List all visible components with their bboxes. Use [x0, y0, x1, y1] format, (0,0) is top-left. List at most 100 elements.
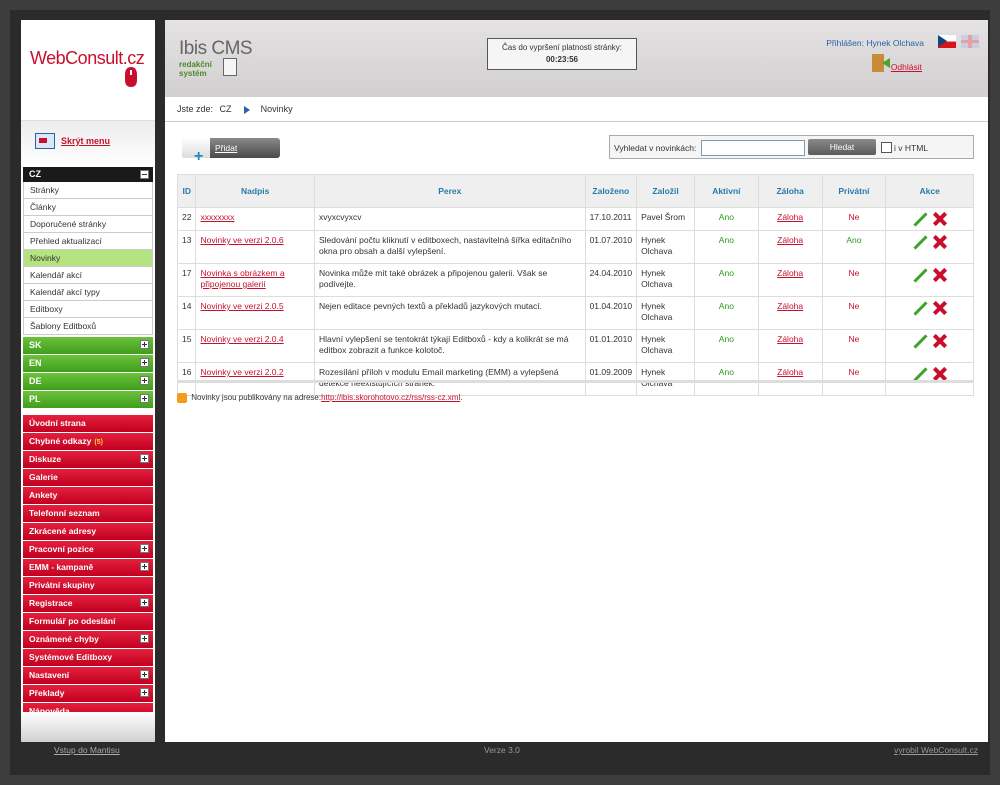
cell-active[interactable]: Ano — [719, 367, 734, 377]
expand-icon[interactable] — [140, 376, 149, 385]
expand-icon[interactable] — [140, 454, 149, 463]
sidebar-item-cz-6[interactable]: Kalendář akcí typy — [23, 284, 153, 301]
add-button[interactable]: + Přidat — [182, 138, 280, 165]
sidebar-item-cz-2[interactable]: Doporučené stránky — [23, 216, 153, 233]
html-checkbox[interactable] — [881, 142, 892, 153]
column-header[interactable]: ID — [176, 174, 197, 208]
sidebar-module-15[interactable]: Překlady — [23, 685, 153, 702]
sidebar-module-13[interactable]: Systémové Editboxy — [23, 649, 153, 666]
sidebar-module-14[interactable]: Nastavení — [23, 667, 153, 684]
expand-icon[interactable] — [140, 634, 149, 643]
column-header[interactable]: Založeno — [584, 174, 638, 208]
delete-x-icon[interactable] — [933, 301, 947, 315]
backup-link[interactable]: Záloha — [777, 212, 803, 222]
title-link[interactable]: Novinka s obrázkem a připojenou galerií — [200, 268, 284, 289]
cell-active[interactable]: Ano — [719, 235, 734, 245]
backup-link[interactable]: Záloha — [777, 235, 803, 245]
delete-x-icon[interactable] — [933, 268, 947, 282]
sidebar-module-7[interactable]: Pracovní pozice — [23, 541, 153, 558]
expand-icon[interactable] — [140, 340, 149, 349]
hide-menu-link[interactable]: Skrýt menu — [61, 136, 110, 146]
expand-icon[interactable] — [140, 670, 149, 679]
sidebar-module-1[interactable]: Chybné odkazy (5) — [23, 433, 153, 450]
sidebar-section-pl[interactable]: PL — [23, 391, 153, 408]
sidebar-module-12[interactable]: Oznámené chyby — [23, 631, 153, 648]
delete-x-icon[interactable] — [933, 212, 947, 226]
cell-private[interactable]: Ne — [849, 334, 860, 344]
edit-pencil-icon[interactable] — [913, 301, 927, 315]
expand-icon[interactable] — [140, 598, 149, 607]
title-link[interactable]: Novinky ve verzi 2.0.2 — [200, 367, 283, 377]
mantis-link[interactable]: Vstup do Mantisu — [54, 745, 120, 755]
delete-x-icon[interactable] — [933, 334, 947, 348]
uk-flag-icon[interactable] — [961, 35, 979, 48]
sidebar-item-cz-1[interactable]: Články — [23, 199, 153, 216]
sidebar-item-cz-8[interactable]: Šablony Editboxů — [23, 318, 153, 335]
sidebar-module-6[interactable]: Zkrácené adresy — [23, 523, 153, 540]
sidebar-module-3[interactable]: Galerie — [23, 469, 153, 486]
delete-x-icon[interactable] — [933, 235, 947, 249]
sidebar-item-cz-0[interactable]: Stránky — [23, 182, 153, 199]
hide-menu-icon[interactable] — [35, 133, 55, 149]
sidebar-module-0[interactable]: Úvodní strana — [23, 415, 153, 432]
sidebar-module-8[interactable]: EMM - kampaně — [23, 559, 153, 576]
title-link[interactable]: Novinky ve verzi 2.0.5 — [200, 301, 283, 311]
sidebar-item-cz-3[interactable]: Přehled aktualizací — [23, 233, 153, 250]
column-header[interactable]: Akce — [885, 174, 974, 208]
column-header[interactable]: Privátní — [821, 174, 887, 208]
expand-icon[interactable] — [140, 562, 149, 571]
breadcrumb-item-cz[interactable]: CZ — [220, 104, 232, 114]
czech-flag-icon[interactable] — [938, 35, 956, 48]
sidebar-module-5[interactable]: Telefonní seznam — [23, 505, 153, 522]
column-header[interactable]: Nadpis — [195, 174, 315, 208]
backup-link[interactable]: Záloha — [777, 268, 803, 278]
cell-private[interactable]: Ne — [849, 367, 860, 377]
cell-private[interactable]: Ne — [849, 301, 860, 311]
sidebar-module-2[interactable]: Diskuze — [23, 451, 153, 468]
edit-pencil-icon[interactable] — [913, 235, 927, 249]
cell-active[interactable]: Ano — [719, 334, 734, 344]
sidebar-item-cz-5[interactable]: Kalendář akcí — [23, 267, 153, 284]
column-header[interactable]: Záloha — [757, 174, 823, 208]
cell-private[interactable]: Ano — [846, 235, 861, 245]
edit-pencil-icon[interactable] — [913, 268, 927, 282]
title-link[interactable]: Novinky ve verzi 2.0.6 — [200, 235, 283, 245]
sidebar-module-9[interactable]: Privátní skupiny — [23, 577, 153, 594]
sidebar-section-en[interactable]: EN — [23, 355, 153, 372]
edit-pencil-icon[interactable] — [913, 334, 927, 348]
search-input[interactable] — [701, 140, 805, 156]
expand-icon[interactable] — [140, 544, 149, 553]
rss-link[interactable]: http://ibis.skorohotovo.cz/rss/rss-cz.xm… — [321, 393, 460, 402]
title-link[interactable]: Novinky ve verzi 2.0.4 — [200, 334, 283, 344]
column-header[interactable]: Založil — [636, 174, 695, 208]
title-link[interactable]: xxxxxxxx — [200, 212, 234, 222]
cell-active[interactable]: Ano — [719, 301, 734, 311]
sidebar-module-11[interactable]: Formulář po odeslání — [23, 613, 153, 630]
sidebar-section-de[interactable]: DE — [23, 373, 153, 390]
cell-active[interactable]: Ano — [719, 212, 734, 222]
logout-link[interactable]: Odhlásit — [891, 62, 922, 72]
backup-link[interactable]: Záloha — [777, 334, 803, 344]
sidebar-module-4[interactable]: Ankety — [23, 487, 153, 504]
sidebar-module-10[interactable]: Registrace — [23, 595, 153, 612]
edit-pencil-icon[interactable] — [913, 367, 927, 381]
sidebar-item-cz-7[interactable]: Editboxy — [23, 301, 153, 318]
search-button[interactable]: Hledat — [808, 139, 876, 155]
expand-icon[interactable] — [140, 688, 149, 697]
sidebar-item-cz-4[interactable]: Novinky — [23, 250, 153, 267]
collapse-icon[interactable] — [140, 170, 149, 179]
backup-link[interactable]: Záloha — [777, 301, 803, 311]
delete-x-icon[interactable] — [933, 367, 947, 381]
made-by-link[interactable]: vyrobil WebConsult.cz — [894, 745, 978, 755]
cell-private[interactable]: Ne — [849, 212, 860, 222]
backup-link[interactable]: Záloha — [777, 367, 803, 377]
sidebar-section-sk[interactable]: SK — [23, 337, 153, 354]
column-header[interactable]: Perex — [313, 174, 586, 208]
sidebar-section-cz[interactable]: CZ — [23, 167, 153, 182]
cell-private[interactable]: Ne — [849, 268, 860, 278]
expand-icon[interactable] — [140, 358, 149, 367]
expand-icon[interactable] — [140, 394, 149, 403]
edit-pencil-icon[interactable] — [913, 212, 927, 226]
add-button-label[interactable]: Přidat — [215, 143, 237, 153]
column-header[interactable]: Aktivní — [693, 174, 759, 208]
